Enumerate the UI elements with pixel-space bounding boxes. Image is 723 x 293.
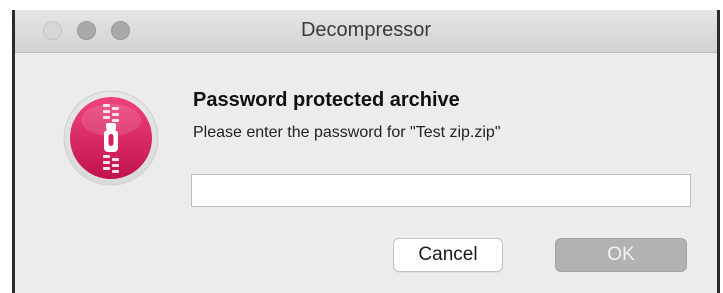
window-title: Decompressor	[300, 19, 432, 41]
zipper-archive-icon	[63, 90, 159, 186]
screenshot-frame: Decompressor Password protected archive …	[0, 0, 723, 293]
decompressor-window: Decompressor Password protected archive …	[12, 10, 720, 293]
password-field[interactable]	[191, 174, 691, 207]
dialog-heading: Password protected archive	[193, 89, 460, 111]
title-bar[interactable]: Decompressor	[15, 10, 717, 53]
dialog-message: Please enter the password for "Test zip.…	[193, 124, 501, 141]
ok-button[interactable]: OK	[555, 238, 687, 272]
cancel-button[interactable]: Cancel	[393, 238, 503, 272]
password-dialog: Password protected archive Please enter …	[15, 53, 717, 293]
